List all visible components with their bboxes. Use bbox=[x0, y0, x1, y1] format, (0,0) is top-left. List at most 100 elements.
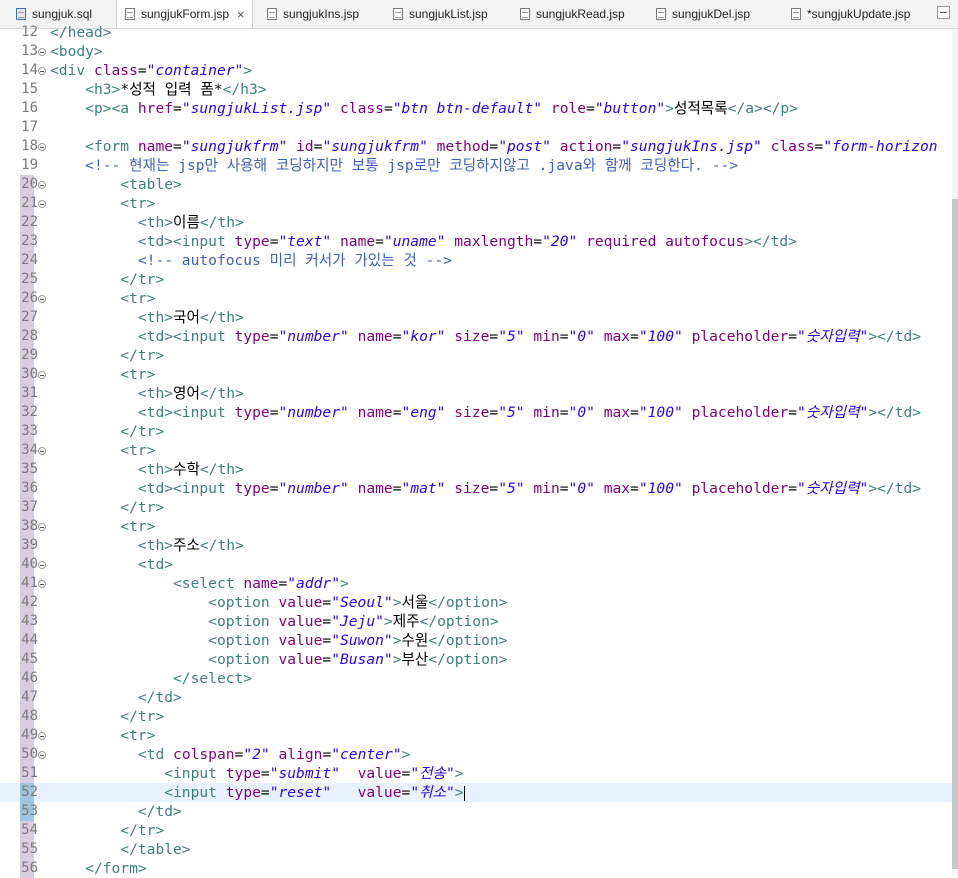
code-line[interactable]: 35 <th>수학</th> bbox=[0, 460, 952, 479]
fold-collapse-icon[interactable] bbox=[38, 751, 46, 759]
code-line[interactable]: 46 </select> bbox=[0, 669, 952, 688]
token-val: "sungjukList.jsp" bbox=[181, 100, 332, 117]
code-text: <input type="reset" value="취소"> bbox=[50, 783, 465, 802]
token-val: "kor" bbox=[401, 328, 446, 345]
code-line[interactable]: 34 <tr> bbox=[0, 441, 952, 460]
code-line[interactable]: 26 <tr> bbox=[0, 289, 952, 308]
code-text: </td> bbox=[50, 688, 182, 707]
fold-collapse-icon[interactable] bbox=[38, 67, 46, 75]
code-line[interactable]: 41 <select name="addr"> bbox=[0, 574, 952, 593]
code-line[interactable]: 55 </table> bbox=[0, 840, 952, 859]
code-line[interactable]: 17 bbox=[0, 118, 952, 137]
code-line[interactable]: 43 <option value="Jeju">제주</option> bbox=[0, 612, 952, 631]
token-attr: max bbox=[603, 404, 631, 421]
code-line[interactable]: 45 <option value="Busan">부산</option> bbox=[0, 650, 952, 669]
token-tag: <th> bbox=[137, 309, 174, 326]
code-line[interactable]: 28 <td><input type="number" name="kor" s… bbox=[0, 327, 952, 346]
code-line[interactable]: 23 <td><input type="text" name="uname" m… bbox=[0, 232, 952, 251]
fold-collapse-icon[interactable] bbox=[38, 295, 46, 303]
code-line[interactable]: 20 <table> bbox=[0, 175, 952, 194]
fold-collapse-icon[interactable] bbox=[38, 48, 46, 56]
jsp-file-icon bbox=[656, 8, 666, 20]
code-line[interactable]: 18 <form name="sungjukfrm" id="sungjukfr… bbox=[0, 137, 952, 156]
code-line[interactable]: 21 <tr> bbox=[0, 194, 952, 213]
code-text: </tr> bbox=[50, 707, 164, 726]
code-line[interactable]: 22 <th>이름</th> bbox=[0, 213, 952, 232]
token-tag: </a></p> bbox=[727, 100, 798, 117]
token-tag: <th> bbox=[137, 214, 174, 231]
fold-collapse-icon[interactable] bbox=[38, 181, 46, 189]
code-line[interactable]: 30 <tr> bbox=[0, 365, 952, 384]
fold-collapse-icon[interactable] bbox=[38, 580, 46, 588]
code-line[interactable]: 32 <td><input type="number" name="eng" s… bbox=[0, 403, 952, 422]
scrollbar-thumb[interactable] bbox=[952, 199, 958, 869]
fold-collapse-icon[interactable] bbox=[38, 200, 46, 208]
code-line[interactable]: 47 </td> bbox=[0, 688, 952, 707]
fold-collapse-icon[interactable] bbox=[38, 143, 46, 151]
code-line[interactable]: 13 <body> bbox=[0, 42, 952, 61]
token-attr: value bbox=[357, 784, 402, 801]
token-tag: <td bbox=[137, 746, 174, 763]
token-attr: size bbox=[454, 328, 490, 345]
code-text: <select name="addr"> bbox=[50, 574, 349, 593]
code-line[interactable]: 29 </tr> bbox=[0, 346, 952, 365]
line-number: 51 bbox=[21, 765, 38, 781]
line-number: 56 bbox=[21, 860, 38, 876]
code-line[interactable]: 44 <option value="Suwon">수원</option> bbox=[0, 631, 952, 650]
token-txt: 서울 bbox=[401, 594, 429, 611]
tab-label: sungjukDel.jsp bbox=[672, 7, 751, 21]
line-number: 37 bbox=[21, 499, 38, 515]
code-line[interactable]: 39 <th>주소</th> bbox=[0, 536, 952, 555]
code-line[interactable]: 12 </head> bbox=[0, 23, 952, 42]
token-tag: <table> bbox=[120, 176, 182, 193]
token-attr: name bbox=[357, 328, 393, 345]
code-line[interactable]: 33 </tr> bbox=[0, 422, 952, 441]
code-line[interactable]: 27 <th>국어</th> bbox=[0, 308, 952, 327]
code-line[interactable]: 42 <option value="Seoul">서울</option> bbox=[0, 593, 952, 612]
fold-collapse-icon[interactable] bbox=[38, 447, 46, 455]
vertical-scrollbar[interactable] bbox=[952, 29, 958, 875]
token-tag: > bbox=[392, 632, 402, 649]
code-line[interactable]: 52 <input type="reset" value="취소"> bbox=[0, 783, 952, 802]
code-line[interactable]: 31 <th>영어</th> bbox=[0, 384, 952, 403]
fold-collapse-icon[interactable] bbox=[38, 732, 46, 740]
token-val: "5" bbox=[498, 480, 525, 497]
code-line[interactable]: 24 <!-- autofocus 미리 커서가 가있는 것 --> bbox=[0, 251, 952, 270]
code-line[interactable]: 48 </tr> bbox=[0, 707, 952, 726]
code-line[interactable]: 53 </td> bbox=[0, 802, 952, 821]
code-line[interactable]: 51 <input type="submit" value="전송"> bbox=[0, 764, 952, 783]
code-line[interactable]: 54 </tr> bbox=[0, 821, 952, 840]
code-text: <td><input type="number" name="eng" size… bbox=[50, 403, 921, 422]
code-line[interactable]: 40 <td> bbox=[0, 555, 952, 574]
close-icon[interactable]: × bbox=[237, 7, 245, 22]
code-line[interactable]: 38 <tr> bbox=[0, 517, 952, 536]
fold-collapse-icon[interactable] bbox=[38, 371, 46, 379]
code-line[interactable]: 25 </tr> bbox=[0, 270, 952, 289]
code-line[interactable]: 37 </tr> bbox=[0, 498, 952, 517]
code-line[interactable]: 16 <p><a href="sungjukList.jsp" class="b… bbox=[0, 99, 952, 118]
fold-collapse-icon[interactable] bbox=[38, 523, 46, 531]
code-line[interactable]: 50 <td colspan="2" align="center"> bbox=[0, 745, 952, 764]
minimize-icon[interactable] bbox=[937, 6, 950, 19]
code-line[interactable]: 49 <tr> bbox=[0, 726, 952, 745]
code-line[interactable]: 56 </form> bbox=[0, 859, 952, 878]
code-editor[interactable]: 12 </head> 13 <body> 14 <div class="container… bbox=[0, 24, 958, 878]
fold-collapse-icon[interactable] bbox=[38, 561, 46, 569]
token-tag: > bbox=[392, 651, 402, 668]
code-line[interactable]: 19 <!-- 현재는 jsp만 사용해 코딩하지만 보통 jsp로만 코딩하지… bbox=[0, 156, 952, 175]
line-number: 29 bbox=[21, 347, 38, 363]
code-line[interactable]: 36 <td><input type="number" name="mat" s… bbox=[0, 479, 952, 498]
code-line[interactable]: 15 <h3>*성적 입력 폼*</h3> bbox=[0, 80, 952, 99]
code-line[interactable]: 14 <div class="container"> bbox=[0, 61, 952, 80]
